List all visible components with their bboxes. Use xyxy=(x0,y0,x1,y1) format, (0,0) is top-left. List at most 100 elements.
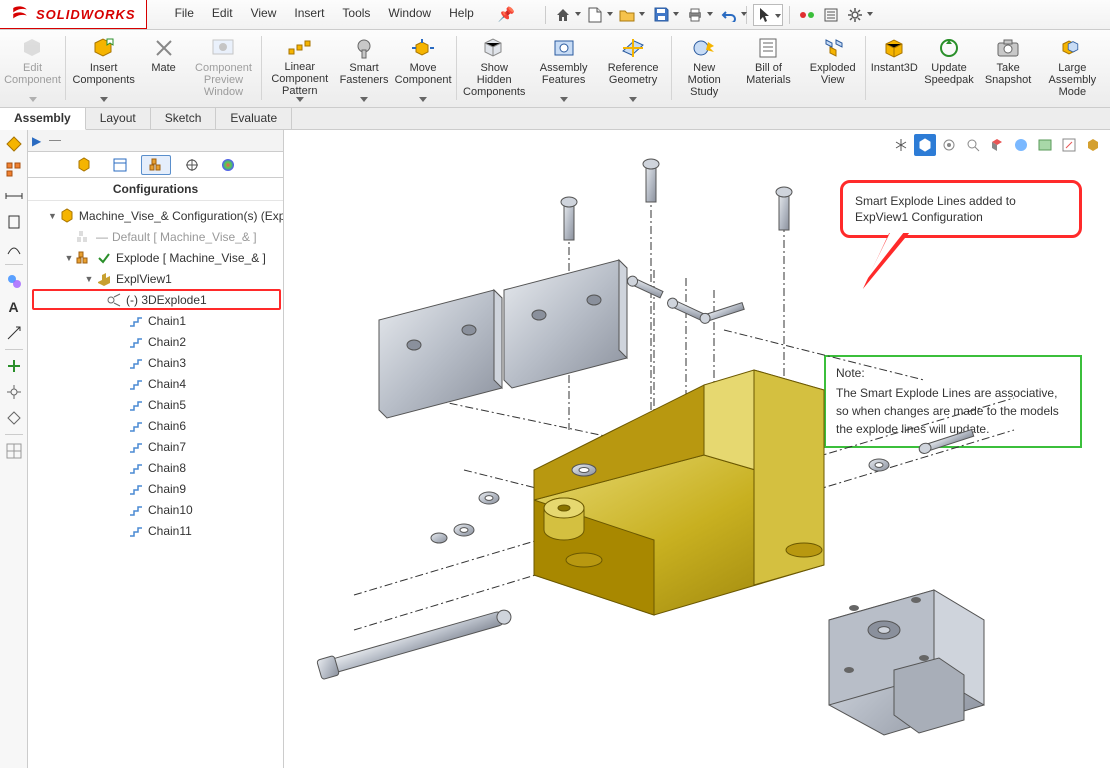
tab-sketch[interactable]: Sketch xyxy=(151,108,217,129)
tree-3dexplode-label: (-) 3DExplode1 xyxy=(126,293,207,307)
tab-assembly[interactable]: Assembly xyxy=(0,108,86,130)
ribbon: Edit ComponentInsert ComponentsMateCompo… xyxy=(0,30,1110,108)
undo-button[interactable] xyxy=(718,4,740,26)
explode-config-icon xyxy=(76,250,92,266)
default-config-icon xyxy=(76,229,92,245)
tab-evaluate[interactable]: Evaluate xyxy=(216,108,292,129)
tree-chain[interactable]: Chain4 xyxy=(32,373,281,394)
ribbon-insert-components[interactable]: Insert Components xyxy=(70,32,137,106)
tree-root-label: Machine_Vise_& Configuration(s) (Exp xyxy=(79,209,283,223)
ribbon-label: Smart Fasteners xyxy=(336,62,393,86)
tree-chain[interactable]: Chain1 xyxy=(32,310,281,331)
ribbon-assembly-features[interactable]: Assembly Features xyxy=(530,32,597,106)
print-button[interactable] xyxy=(684,4,706,26)
gutter-crosshair-icon[interactable] xyxy=(4,382,24,402)
new-button[interactable] xyxy=(584,4,606,26)
ribbon-smart-fasteners[interactable]: Smart Fasteners xyxy=(336,32,393,106)
panel-tab-configuration-manager-icon[interactable] xyxy=(141,155,171,175)
screw-right xyxy=(918,428,974,455)
chain-step-icon xyxy=(128,460,144,476)
tree-chain[interactable]: Chain9 xyxy=(32,478,281,499)
gutter-dimension-vertical-icon[interactable] xyxy=(4,212,24,232)
gutter-plus-icon[interactable] xyxy=(4,356,24,376)
tree-chain[interactable]: Chain5 xyxy=(32,394,281,415)
menu-help[interactable]: Help xyxy=(441,2,482,27)
tree-default-config[interactable]: —Default [ Machine_Vise_& ] xyxy=(32,226,281,247)
chain-step-icon xyxy=(128,481,144,497)
jaw-plate-right xyxy=(504,260,627,388)
chevron-down-icon xyxy=(560,97,568,102)
tree-chain[interactable]: Chain6 xyxy=(32,415,281,436)
ribbon-move-component[interactable]: Move Component xyxy=(395,32,452,106)
breadcrumb-arrow-icon[interactable]: ▶ xyxy=(32,134,41,148)
ribbon-reference-geometry[interactable]: Reference Geometry xyxy=(599,32,666,106)
ribbon-take-snapshot[interactable]: Take Snapshot xyxy=(980,32,1037,106)
settings-button[interactable] xyxy=(844,4,866,26)
ribbon-label: Instant3D xyxy=(871,62,918,74)
panel-tabs xyxy=(28,152,283,178)
tree-chain[interactable]: Chain3 xyxy=(32,352,281,373)
chain-step-icon xyxy=(128,418,144,434)
tree-chain-label: Chain4 xyxy=(148,377,186,391)
menu-window[interactable]: Window xyxy=(380,2,439,27)
tree-root[interactable]: ▼Machine_Vise_& Configuration(s) (Exp xyxy=(32,205,281,226)
tree-chain[interactable]: Chain10 xyxy=(32,499,281,520)
menu-view[interactable]: View xyxy=(243,2,285,27)
gutter-dimension-icon[interactable] xyxy=(4,186,24,206)
ribbon-update-speedpak[interactable]: Update Speedpak xyxy=(920,32,977,106)
gutter-diamond-icon[interactable] xyxy=(4,134,24,154)
ribbon-new-motion-study[interactable]: New Motion Study xyxy=(676,32,733,106)
explview-icon xyxy=(96,271,112,287)
chain-step-icon xyxy=(128,502,144,518)
panel-tab-property-manager-icon[interactable] xyxy=(105,155,135,175)
tab-layout[interactable]: Layout xyxy=(86,108,151,129)
chevron-down-icon xyxy=(629,97,637,102)
chevron-down-icon xyxy=(100,97,108,102)
bill-of-materials-icon xyxy=(754,36,782,60)
menu-tools[interactable]: Tools xyxy=(334,2,378,27)
ribbon-label: Update Speedpak xyxy=(920,62,977,86)
gutter-annotation-icon[interactable]: A xyxy=(4,297,24,317)
tree-3dexplode[interactable]: (-) 3DExplode1 xyxy=(32,289,281,310)
ribbon-label: Move Component xyxy=(395,62,452,86)
gutter-patterns-icon[interactable] xyxy=(4,160,24,180)
show-hidden-components-icon xyxy=(480,36,508,60)
chain-step-icon xyxy=(128,397,144,413)
panel-tab-dimxpert-icon[interactable] xyxy=(177,155,207,175)
washer-left-1 xyxy=(454,524,474,536)
pin-icon[interactable]: 📌 xyxy=(490,2,523,27)
save-button[interactable] xyxy=(650,4,672,26)
ribbon-large-assembly-mode[interactable]: Large Assembly Mode xyxy=(1039,32,1106,106)
rebuild-status-icon[interactable] xyxy=(796,4,818,26)
menu-edit[interactable]: Edit xyxy=(204,2,241,27)
tree-chain[interactable]: Chain2 xyxy=(32,331,281,352)
ribbon-instant3d[interactable]: Instant3D xyxy=(870,32,918,106)
ribbon-show-hidden-components[interactable]: Show Hidden Components xyxy=(460,32,527,106)
tree-chain[interactable]: Chain11 xyxy=(32,520,281,541)
ribbon-exploded-view[interactable]: Exploded View xyxy=(804,32,861,106)
select-mode-button[interactable] xyxy=(753,4,783,26)
ribbon-linear-component-pattern[interactable]: Linear Component Pattern xyxy=(266,32,333,106)
large-assembly-mode-icon xyxy=(1058,36,1086,60)
options-button[interactable] xyxy=(820,4,842,26)
home-button[interactable] xyxy=(552,4,574,26)
ribbon-label: Insert Components xyxy=(72,62,136,86)
panel-tab-feature-tree-icon[interactable] xyxy=(69,155,99,175)
gutter-appearance-icon[interactable] xyxy=(4,271,24,291)
gutter-sketch-icon[interactable] xyxy=(4,323,24,343)
gutter-curve-icon[interactable] xyxy=(4,238,24,258)
tree-explview[interactable]: ▼ExplView1 xyxy=(32,268,281,289)
tree-explode-config[interactable]: ▼Explode [ Machine_Vise_& ] xyxy=(32,247,281,268)
tree-chain[interactable]: Chain7 xyxy=(32,436,281,457)
menu-insert[interactable]: Insert xyxy=(286,2,332,27)
menu-file[interactable]: File xyxy=(167,2,202,27)
gutter-diamond-small-icon[interactable] xyxy=(4,408,24,428)
ribbon-bill-of-materials[interactable]: Bill of Materials xyxy=(735,32,802,106)
tree-chain[interactable]: Chain8 xyxy=(32,457,281,478)
graphics-viewport[interactable]: Smart Explode Lines added to ExpView1 Co… xyxy=(284,130,1110,768)
gutter-grid-icon[interactable] xyxy=(4,441,24,461)
panel-tab-display-manager-icon[interactable] xyxy=(213,155,243,175)
open-button[interactable] xyxy=(616,4,638,26)
ribbon-mate[interactable]: Mate xyxy=(139,32,187,106)
assembly-features-icon xyxy=(550,36,578,60)
